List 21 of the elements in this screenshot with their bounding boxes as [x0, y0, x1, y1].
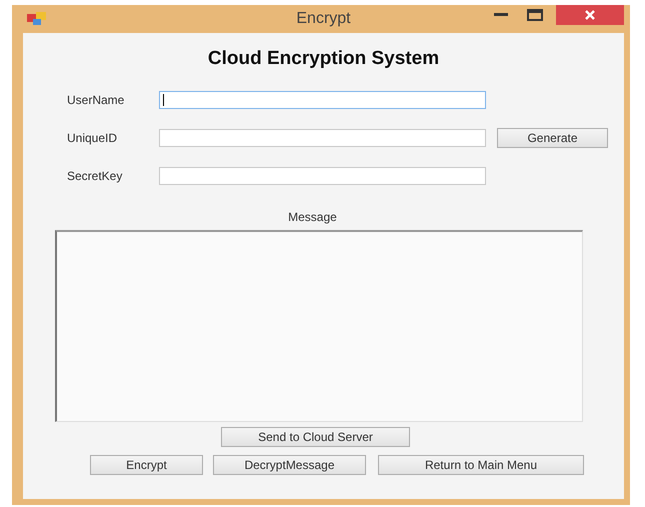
app-icon: [27, 12, 47, 26]
message-label: Message: [287, 210, 338, 224]
input-field[interactable]: [159, 91, 486, 109]
generate-button[interactable]: Generate: [497, 128, 608, 148]
action-button[interactable]: Return to Main Menu: [378, 455, 584, 475]
send-button[interactable]: Send to Cloud Server: [221, 427, 410, 447]
action-button[interactable]: DecryptMessage: [213, 455, 366, 475]
field-label: SecretKey: [67, 169, 124, 183]
field-label: UniqueID: [67, 131, 118, 145]
text-caret: [163, 94, 164, 106]
minimize-button[interactable]: [494, 13, 508, 17]
action-button[interactable]: Encrypt: [90, 455, 203, 475]
form-heading: Cloud Encryption System: [206, 48, 440, 71]
window-title: Encrypt: [296, 10, 351, 28]
input-field[interactable]: [159, 129, 486, 147]
message-box[interactable]: [55, 230, 583, 422]
field-label: UserName: [67, 93, 126, 107]
close-button[interactable]: [556, 5, 624, 25]
input-field[interactable]: [159, 167, 486, 185]
maximize-button[interactable]: [527, 9, 543, 21]
close-icon: [584, 9, 596, 21]
